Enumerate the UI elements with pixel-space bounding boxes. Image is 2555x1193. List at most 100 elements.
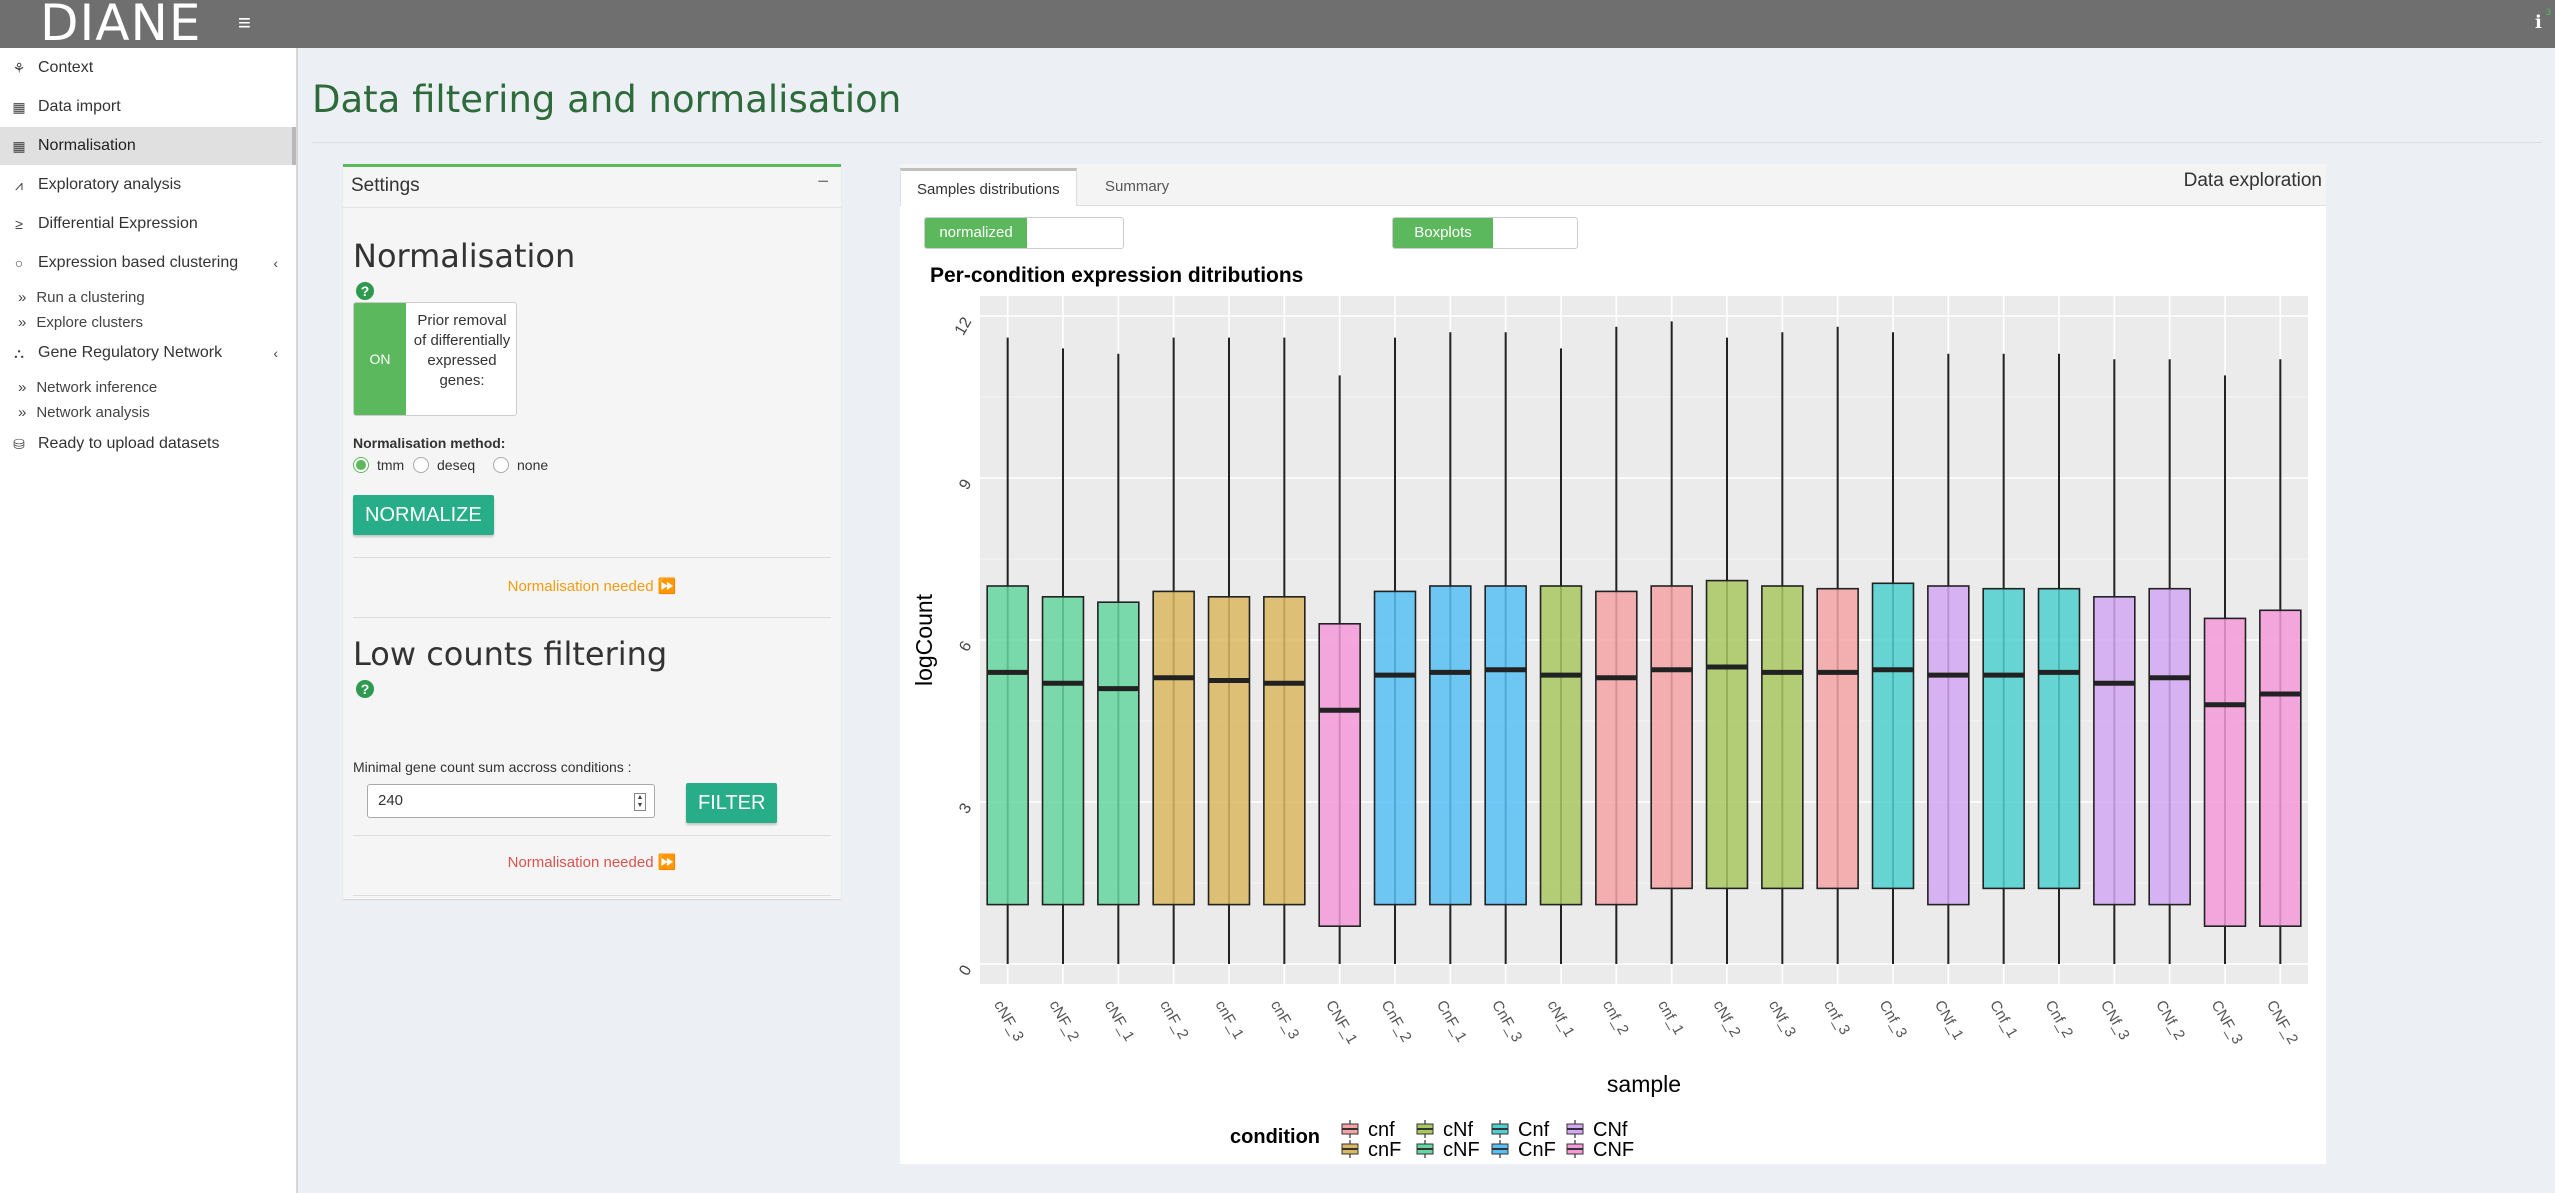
x-tick-label: CnF_1 <box>1433 998 1470 1045</box>
box-body <box>2037 587 2081 890</box>
radio-button[interactable] <box>493 457 509 473</box>
radio-none[interactable]: none <box>493 457 548 473</box>
sidebar-subitem-label: Network analysis <box>36 403 150 421</box>
normalisation-status: Normalisation needed ⏩ <box>507 578 677 595</box>
database-icon: ⛁ <box>13 435 25 452</box>
low-counts-heading: Low counts filtering <box>353 635 668 673</box>
legend-item-cnF: cnF <box>1341 1139 1401 1159</box>
box-body <box>1816 587 1859 890</box>
x-tick-label: cnF_1 <box>1212 998 1248 1043</box>
line-chart-icon: ⩘ <box>15 176 23 193</box>
x-tick-label: CnF_2 <box>1378 998 1415 1045</box>
sidebar-subitem-explore-clusters[interactable]: » Explore clusters <box>18 311 143 333</box>
sidebar-item-exploratory-analysis[interactable]: ⩘ Exploratory analysis <box>0 166 296 204</box>
y-tick-label: 0 <box>956 962 975 978</box>
x-tick-label: cnF_2 <box>1156 998 1192 1043</box>
help-icon[interactable]: ? <box>356 680 374 698</box>
legend-item-cNf: cNf <box>1416 1119 1473 1141</box>
normalisation-method-label: Normalisation method: <box>353 435 506 451</box>
title-divider <box>312 142 2542 143</box>
legend-label: cNF <box>1443 1139 1480 1159</box>
double-chevron-icon: » <box>18 403 27 421</box>
box-body <box>1152 590 1195 906</box>
box-body <box>2093 595 2136 906</box>
x-tick-label: cnf_1 <box>1654 998 1687 1038</box>
sidebar-subitem-run-clustering[interactable]: » Run a clustering <box>18 286 145 308</box>
radio-deseq[interactable]: deseq <box>413 457 475 473</box>
box-body <box>1650 585 1693 890</box>
legend-label: cnf <box>1368 1119 1395 1141</box>
double-chevron-icon: » <box>18 378 27 396</box>
hamburger-icon[interactable]: ≡ <box>238 10 260 36</box>
box-body <box>1761 585 1804 890</box>
sidebar-item-label: Expression based clustering <box>38 254 239 271</box>
legend-title: condition <box>1230 1126 1320 1148</box>
switch-on-label: ON <box>354 303 406 415</box>
tab-samples-distributions[interactable]: Samples distributions <box>900 168 1077 206</box>
legend-label: CNf <box>1593 1119 1628 1141</box>
boxplots-toggle[interactable]: Boxplots <box>1392 217 1578 249</box>
x-tick-label: CNf_1 <box>1931 998 1967 1043</box>
legend: cnfcnF cNfcNF CnfCnF CNfCNF <box>1341 1119 1634 1159</box>
legend-label: CnF <box>1518 1139 1556 1159</box>
box-body <box>1871 582 1915 890</box>
sidebar-item-expression-clustering[interactable]: ○ Expression based clustering ‹ <box>0 244 296 282</box>
x-tick-label: cnf_2 <box>1599 998 1632 1038</box>
divider <box>353 895 831 896</box>
sidebar-subitem-network-inference[interactable]: » Network inference <box>18 376 157 398</box>
help-icon[interactable]: ? <box>356 282 374 300</box>
normalized-toggle[interactable]: normalized <box>924 217 1124 249</box>
sidebar-item-normalisation[interactable]: ▦ Normalisation <box>0 127 296 165</box>
sidebar-item-data-import[interactable]: ▦ Data import <box>0 88 296 126</box>
legend-item-Cnf: Cnf <box>1491 1119 1550 1141</box>
divider <box>353 557 831 558</box>
sidebar-item-label: Gene Regulatory Network <box>38 344 223 361</box>
settings-panel: Settings − Normalisation ? ON Prior remo… <box>343 164 841 899</box>
tab-bar: Samples distributions Summary Data explo… <box>900 164 2326 206</box>
y-axis-label: logCount <box>911 593 937 686</box>
y-tick-label: 12 <box>952 314 976 338</box>
radio-label: deseq <box>437 457 476 473</box>
sidebar-subitem-label: Run a clustering <box>36 288 145 306</box>
divider <box>353 617 831 618</box>
legend-item-CnF: CnF <box>1491 1139 1556 1159</box>
prior-removal-switch[interactable]: ON Prior removal of differentially expre… <box>353 302 517 416</box>
sidebar-item-label: Ready to upload datasets <box>38 435 220 452</box>
min-count-input[interactable]: 240 ▲ ▼ <box>367 784 655 818</box>
legend-item-cnf: cnf <box>1341 1119 1395 1141</box>
app-logo[interactable]: DIANE <box>40 0 201 52</box>
info-icon[interactable]: ℹ <box>2535 12 2542 33</box>
normalisation-heading: Normalisation <box>353 237 576 275</box>
y-tick-label: 9 <box>956 476 975 492</box>
tab-summary[interactable]: Summary <box>1089 168 1185 206</box>
radio-button[interactable] <box>413 457 429 473</box>
sidebar-item-differential-expression[interactable]: ≥ Differential Expression <box>0 205 296 243</box>
x-tick-label: Cnf_2 <box>2042 998 2077 1041</box>
page-title: Data filtering and normalisation <box>312 78 902 121</box>
box-body <box>1429 585 1472 906</box>
filter-button[interactable]: FILTER <box>686 783 778 823</box>
sidebar-item-label: Normalisation <box>38 137 136 154</box>
box-body <box>1263 595 1306 906</box>
x-tick-label: cNf_1 <box>1544 998 1578 1040</box>
sidebar-item-label: Data import <box>38 98 121 115</box>
sidebar-item-context[interactable]: ⚘ Context <box>0 49 296 87</box>
x-tick-label: cNf_2 <box>1710 998 1744 1040</box>
divider <box>353 835 831 836</box>
sidebar-item-ready-upload[interactable]: ⛁ Ready to upload datasets <box>0 425 296 463</box>
radio-tmm[interactable]: tmm <box>353 457 404 473</box>
spinner-icon[interactable]: ▲ ▼ <box>634 793 646 811</box>
x-tick-label: CNf_3 <box>2097 998 2133 1043</box>
legend-label: cnF <box>1368 1139 1401 1159</box>
box-body <box>1207 595 1251 906</box>
normalize-button[interactable]: NORMALIZE <box>353 495 494 535</box>
legend-label: Cnf <box>1518 1119 1550 1141</box>
sidebar-item-gene-regulatory-network[interactable]: ⛬ Gene Regulatory Network ‹ <box>0 334 296 372</box>
sidebar-item-label: Context <box>38 59 94 76</box>
box-body <box>2259 609 2302 927</box>
sidebar-subitem-network-analysis[interactable]: » Network analysis <box>18 401 150 423</box>
radio-button[interactable] <box>353 457 369 473</box>
collapse-button[interactable]: − <box>817 171 829 194</box>
network-icon: ⛬ <box>14 344 24 361</box>
box-body <box>1595 590 1638 906</box>
